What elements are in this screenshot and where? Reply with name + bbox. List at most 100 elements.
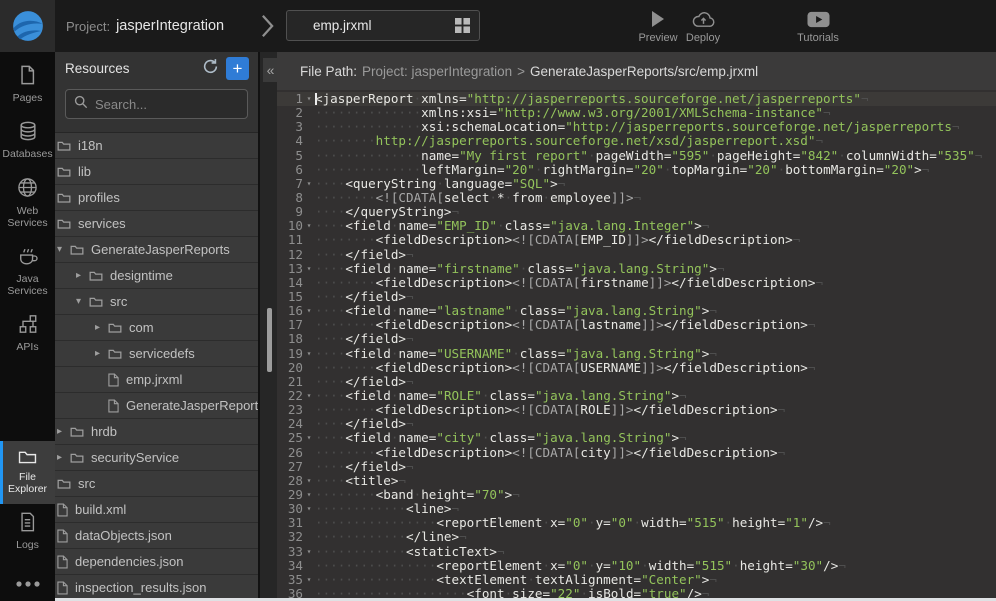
code-line-content[interactable]: ········<fieldDescription><![CDATA[lastn…: [315, 318, 996, 332]
code-line-content[interactable]: ········<fieldDescription><![CDATA[first…: [315, 276, 996, 290]
code-line-content[interactable]: ············<line>¬: [315, 502, 996, 516]
editor-line[interactable]: 23········<fieldDescription><![CDATA[ROL…: [277, 403, 996, 417]
editor-line[interactable]: 16▾····<field·name="lastname"·class="jav…: [277, 304, 996, 318]
editor-line[interactable]: 4········http://jasperreports.sourceforg…: [277, 134, 996, 148]
tree-item-services[interactable]: services: [55, 211, 258, 237]
editor-line[interactable]: 34················<reportElement·x="0"·y…: [277, 559, 996, 573]
tree-item-i18n[interactable]: i18n: [55, 133, 258, 159]
editor-line[interactable]: 21····</field>¬: [277, 375, 996, 389]
tree-item-dependencies-json[interactable]: dependencies.json: [55, 549, 258, 575]
code-line-content[interactable]: ····</field>¬: [315, 460, 996, 474]
editor-line[interactable]: 33▾············<staticText>¬: [277, 545, 996, 559]
code-line-content[interactable]: ····<title>¬: [315, 474, 996, 488]
open-file-selector[interactable]: emp.jrxml: [286, 10, 480, 41]
chevron-right-icon[interactable]: ▸: [95, 349, 108, 359]
refresh-button[interactable]: [200, 59, 220, 79]
sidebar-item-logs[interactable]: Logs: [0, 504, 55, 560]
code-line-content[interactable]: ········http://jasperreports.sourceforge…: [315, 134, 996, 148]
tree-item-lib[interactable]: lib: [55, 159, 258, 185]
tutorials-button[interactable]: Tutorials: [789, 9, 847, 44]
editor-line[interactable]: 13▾····<field·name="firstname"·class="ja…: [277, 262, 996, 276]
editor-line[interactable]: 1▾<jasperReport·xmlns="http://jasperrepo…: [277, 92, 996, 106]
editor-line[interactable]: 14········<fieldDescription><![CDATA[fir…: [277, 276, 996, 290]
tree-item-designtime[interactable]: ▸designtime: [55, 263, 258, 289]
tree-item-profiles[interactable]: profiles: [55, 185, 258, 211]
editor-line[interactable]: 19▾····<field·name="USERNAME"·class="jav…: [277, 347, 996, 361]
fold-toggle-icon[interactable]: ▾: [303, 431, 315, 445]
editor-line[interactable]: 35▾················<textElement·textAlig…: [277, 573, 996, 587]
code-line-content[interactable]: ····</field>¬: [315, 375, 996, 389]
code-line-content[interactable]: ········<fieldDescription><![CDATA[city]…: [315, 446, 996, 460]
tree-item-dataobjects-json[interactable]: dataObjects.json: [55, 523, 258, 549]
editor-line[interactable]: 20········<fieldDescription><![CDATA[USE…: [277, 361, 996, 375]
editor-line[interactable]: 8········<![CDATA[select·*·from·employee…: [277, 191, 996, 205]
code-line-content[interactable]: ····</field>¬: [315, 248, 996, 262]
fold-toggle-icon[interactable]: ▾: [303, 92, 315, 106]
code-line-content[interactable]: ····<field·name="lastname"·class="java.l…: [315, 304, 996, 318]
tree-item-build-xml[interactable]: build.xml: [55, 497, 258, 523]
fold-toggle-icon[interactable]: ▾: [303, 545, 315, 559]
add-resource-button[interactable]: +: [226, 57, 249, 80]
code-line-content[interactable]: ····<field·name="ROLE"·class="java.lang.…: [315, 389, 996, 403]
code-line-content[interactable]: ····<field·name="EMP_ID"·class="java.lan…: [315, 219, 996, 233]
code-line-content[interactable]: ····</queryString>¬: [315, 205, 996, 219]
chevron-right-icon[interactable]: ▸: [57, 453, 70, 463]
code-line-content[interactable]: ················<reportElement·x="0"·y="…: [315, 516, 996, 530]
code-line-content[interactable]: ················<textElement·textAlignme…: [315, 573, 996, 587]
sidebar-item-apis[interactable]: APIs: [0, 306, 55, 362]
code-line-content[interactable]: ········<band·height="70">¬: [315, 488, 996, 502]
grid-icon[interactable]: [455, 18, 470, 33]
editor-line[interactable]: 25▾····<field·name="city"·class="java.la…: [277, 431, 996, 445]
code-line-content[interactable]: ··············name="My first report"·pag…: [315, 149, 996, 163]
tree-item-emp-jrxml[interactable]: emp.jrxml: [55, 367, 258, 393]
code-line-content[interactable]: ····<field·name="USERNAME"·class="java.l…: [315, 347, 996, 361]
tree-item-generatejasperreports[interactable]: ▾GenerateJasperReports: [55, 237, 258, 263]
editor-line[interactable]: 10▾····<field·name="EMP_ID"·class="java.…: [277, 219, 996, 233]
editor-line[interactable]: 29▾········<band·height="70">¬: [277, 488, 996, 502]
tree-item-hrdb[interactable]: ▸hrdb: [55, 419, 258, 445]
code-line-content[interactable]: ··············xsi:schemaLocation="http:/…: [315, 120, 996, 134]
tree-item-servicedefs[interactable]: ▸servicedefs: [55, 341, 258, 367]
chevron-right-icon[interactable]: ▸: [95, 323, 108, 333]
chevron-down-icon[interactable]: ▾: [76, 297, 89, 307]
code-line-content[interactable]: ····</field>¬: [315, 290, 996, 304]
code-line-content[interactable]: ········<fieldDescription><![CDATA[EMP_I…: [315, 233, 996, 247]
code-line-content[interactable]: ············<staticText>¬: [315, 545, 996, 559]
fold-toggle-icon[interactable]: ▾: [303, 304, 315, 318]
code-line-content[interactable]: ··············leftMargin="20"·rightMargi…: [315, 163, 996, 177]
fold-toggle-icon[interactable]: ▾: [303, 389, 315, 403]
fold-toggle-icon[interactable]: ▾: [303, 474, 315, 488]
code-line-content[interactable]: ················<reportElement·x="0"·y="…: [315, 559, 996, 573]
editor-line[interactable]: 3··············xsi:schemaLocation="http:…: [277, 120, 996, 134]
code-line-content[interactable]: ········<![CDATA[select·*·from·employee]…: [315, 191, 996, 205]
editor-line[interactable]: 24····</field>¬: [277, 417, 996, 431]
panel-scrollbar-thumb[interactable]: [267, 308, 272, 372]
code-line-content[interactable]: ··············xmlns:xsi="http://www.w3.o…: [315, 106, 996, 120]
code-line-content[interactable]: ····<field·name="city"·class="java.lang.…: [315, 431, 996, 445]
editor-line[interactable]: 12····</field>¬: [277, 248, 996, 262]
code-line-content[interactable]: ····<queryString·language="SQL">¬: [315, 177, 996, 191]
code-line-content[interactable]: ············</line>¬: [315, 530, 996, 544]
editor-line[interactable]: 28▾····<title>¬: [277, 474, 996, 488]
code-line-content[interactable]: ········<fieldDescription><![CDATA[ROLE]…: [315, 403, 996, 417]
fold-toggle-icon[interactable]: ▾: [303, 347, 315, 361]
editor-line[interactable]: 7▾····<queryString·language="SQL">¬: [277, 177, 996, 191]
tree-item-com[interactable]: ▸com: [55, 315, 258, 341]
code-line-content[interactable]: ····</field>¬: [315, 332, 996, 346]
code-line-content[interactable]: ····</field>¬: [315, 417, 996, 431]
deploy-button[interactable]: Deploy: [674, 9, 732, 44]
editor-line[interactable]: 17········<fieldDescription><![CDATA[las…: [277, 318, 996, 332]
search-input[interactable]: [95, 97, 239, 112]
tree-item-src[interactable]: src: [55, 471, 258, 497]
chevron-right-icon[interactable]: ▸: [76, 271, 89, 281]
tree-item-src[interactable]: ▾src: [55, 289, 258, 315]
code-line-content[interactable]: ········<fieldDescription><![CDATA[USERN…: [315, 361, 996, 375]
fold-toggle-icon[interactable]: ▾: [303, 502, 315, 516]
editor-line[interactable]: 32············</line>¬: [277, 530, 996, 544]
editor-line[interactable]: 31················<reportElement·x="0"·y…: [277, 516, 996, 530]
code-line-content[interactable]: <jasperReport·xmlns="http://jasperreport…: [315, 92, 996, 106]
editor-line[interactable]: 22▾····<field·name="ROLE"·class="java.la…: [277, 389, 996, 403]
editor-line[interactable]: 18····</field>¬: [277, 332, 996, 346]
fold-toggle-icon[interactable]: ▾: [303, 573, 315, 587]
editor-line[interactable]: 9····</queryString>¬: [277, 205, 996, 219]
